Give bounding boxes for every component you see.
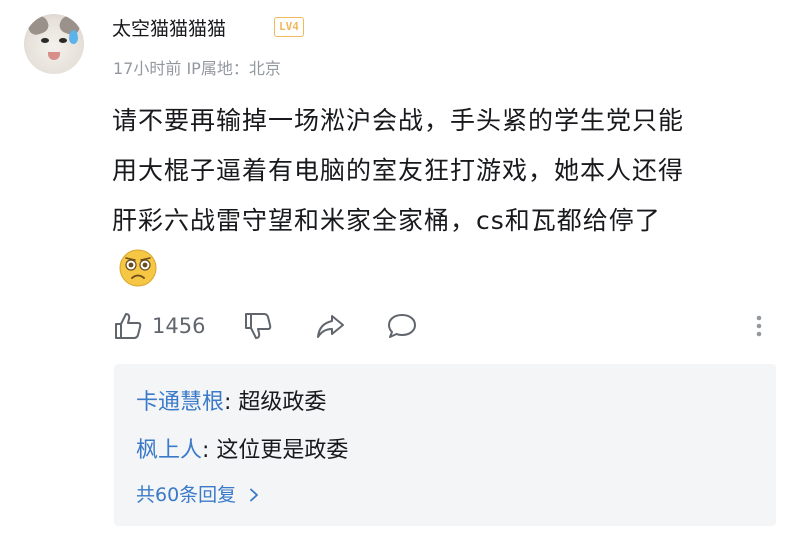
like-button[interactable]: 1456	[112, 306, 205, 346]
reply-text: 超级政委	[238, 390, 327, 415]
comment-line: 肝彩六战雷守望和米家全家桶，cs和瓦都给停了	[112, 206, 661, 235]
reply-preview-box[interactable]: 卡通慧根: 超级政委 枫上人: 这位更是政委 共60条回复	[114, 364, 776, 526]
thumbs-up-icon	[115, 313, 142, 339]
reply-author[interactable]: 卡通慧根	[136, 390, 224, 415]
reply-item[interactable]: 卡通慧根: 超级政委	[136, 384, 326, 416]
comment-bubble-icon	[388, 314, 416, 338]
chevron-right-icon	[250, 488, 259, 502]
vertical-dots-icon	[756, 315, 762, 337]
share-icon	[317, 315, 344, 338]
reply-button[interactable]	[386, 306, 418, 346]
reply-item[interactable]: 枫上人: 这位更是政委	[136, 432, 348, 464]
reply-separator: :	[224, 390, 239, 415]
comment-actions: 1456	[112, 306, 782, 346]
reply-author[interactable]: 枫上人	[136, 438, 202, 463]
user-avatar[interactable]	[24, 14, 84, 74]
like-count: 1456	[152, 314, 206, 338]
level-badge: LV4	[274, 17, 304, 37]
share-button[interactable]	[314, 306, 346, 346]
username[interactable]: 太空猫猫猫猫	[112, 14, 226, 41]
comment-line: 请不要再输掉一场淞沪会战，手头紧的学生党只能	[112, 106, 685, 135]
view-all-replies-link[interactable]: 共60条回复	[136, 480, 260, 507]
comment-meta: 17小时前 IP属地：北京	[113, 59, 281, 78]
thumbs-down-icon	[245, 313, 272, 339]
comment-content: 请不要再输掉一场淞沪会战，手头紧的学生党只能 用大棍子逼着有电脑的室友狂打游戏，…	[112, 96, 772, 246]
worried-face-icon	[119, 249, 157, 287]
more-options-button[interactable]	[752, 306, 766, 346]
view-all-replies-label: 共60条回复	[136, 484, 237, 506]
dislike-button[interactable]	[242, 306, 274, 346]
reply-separator: :	[202, 438, 217, 463]
comment-line: 用大棍子逼着有电脑的室友狂打游戏，她本人还得	[112, 156, 685, 185]
reply-text: 这位更是政委	[216, 438, 349, 463]
